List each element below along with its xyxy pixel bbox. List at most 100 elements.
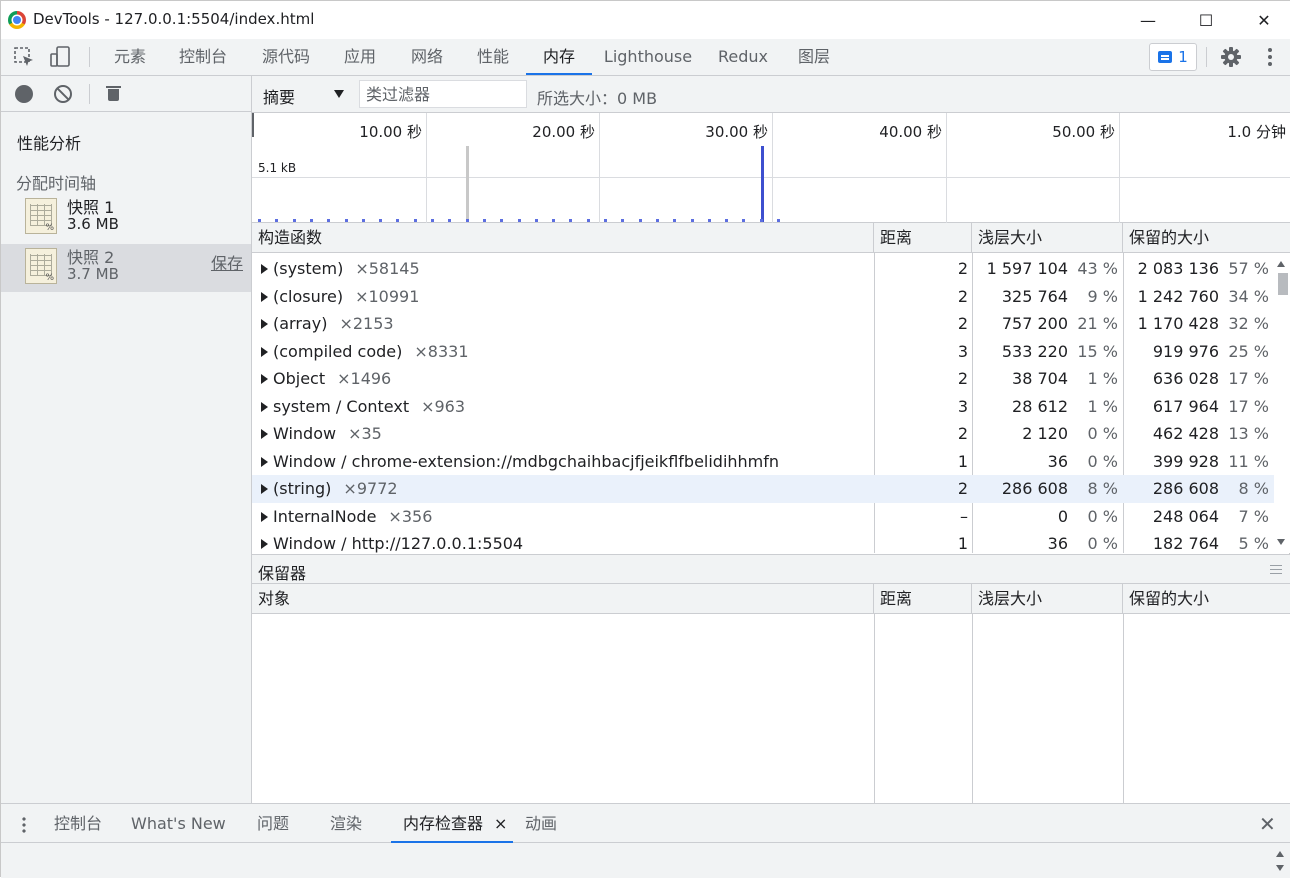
- header-shallow-size[interactable]: 浅层大小: [972, 584, 1123, 614]
- issues-button[interactable]: 1: [1149, 43, 1197, 71]
- table-row[interactable]: (compiled code) ×8331 3 533 220 15 % 919 976 2…: [252, 338, 1274, 366]
- scroll-down-icon[interactable]: [1277, 539, 1285, 545]
- table-row[interactable]: (string) ×9772 2 286 608 8 % 286 608 8 %: [252, 475, 1274, 503]
- close-window-button[interactable]: ✕: [1235, 1, 1290, 39]
- summary-scrollbar[interactable]: [1274, 253, 1290, 553]
- snapshot-size: 3.7 MB: [67, 265, 119, 283]
- table-row[interactable]: (system) ×58145 2 1 597 104 43 % 2 083 136 57 …: [252, 255, 1274, 283]
- tab-layers[interactable]: 图层: [788, 39, 840, 75]
- drawer-menu-icon[interactable]: [22, 816, 26, 834]
- view-select[interactable]: 摘要: [263, 84, 295, 108]
- retainers-table-header: 对象 距离 浅层大小 保留的大小: [252, 584, 1290, 614]
- tab-memory[interactable]: 内存: [526, 39, 592, 75]
- scrollbar-thumb[interactable]: [1278, 273, 1288, 295]
- expand-triangle-icon[interactable]: [261, 456, 268, 467]
- header-object[interactable]: 对象: [252, 584, 874, 614]
- allocation-dot: [708, 219, 711, 222]
- shallow-percent-cell: 0 %: [1087, 534, 1118, 553]
- drawer-tab-console[interactable]: 控制台: [54, 804, 102, 843]
- allocation-timeline-overview[interactable]: 5.1 kB 10.00 秒 20.00 秒 30.00 秒 40.00 秒 50.00…: [252, 113, 1290, 223]
- header-retained-size[interactable]: 保留的大小: [1123, 584, 1290, 614]
- tab-redux[interactable]: Redux: [712, 39, 774, 75]
- snapshot-item-selected[interactable]: 快照 2 3.7 MB 保存: [1, 244, 251, 292]
- allocation-dot: [396, 219, 399, 222]
- allocation-dot: [310, 219, 313, 222]
- expand-triangle-icon[interactable]: [261, 429, 268, 439]
- drawer-tab-whats-new[interactable]: What's New: [131, 804, 226, 843]
- more-options-icon[interactable]: [1259, 46, 1281, 68]
- table-row[interactable]: Object ×1496 2 38 704 1 % 636 028 17 %: [252, 365, 1274, 393]
- expand-triangle-icon[interactable]: [261, 264, 268, 274]
- drawer-tab-rendering[interactable]: 渲染: [330, 804, 362, 843]
- allocation-bar: [466, 146, 469, 222]
- chrome-logo-icon: [8, 11, 26, 29]
- drawer-tabstrip: 控制台 What's New 问题 渲染 内存检查器 × 动画 ✕: [1, 803, 1290, 843]
- retained-size-cell: 1 242 760: [1137, 286, 1219, 306]
- header-distance[interactable]: 距离: [874, 584, 972, 614]
- retained-size-cell: 248 064: [1152, 506, 1219, 526]
- tab-console[interactable]: 控制台: [170, 39, 236, 75]
- expand-triangle-icon[interactable]: [261, 374, 268, 384]
- table-row[interactable]: InternalNode ×356 – 0 0 % 248 064 7 %: [252, 503, 1274, 531]
- header-distance[interactable]: 距离: [874, 223, 972, 253]
- scroll-up-icon[interactable]: [1277, 261, 1285, 267]
- expand-triangle-icon[interactable]: [261, 511, 268, 522]
- constructor-cell: (array) ×2153: [273, 310, 873, 338]
- profiles-heading[interactable]: 性能分析: [17, 130, 81, 154]
- header-retained-size[interactable]: 保留的大小: [1123, 223, 1290, 253]
- retained-percent-cell: 11 %: [1228, 451, 1269, 471]
- overview-gridline: [946, 113, 947, 223]
- expand-triangle-icon[interactable]: [261, 291, 268, 302]
- header-constructor[interactable]: 构造函数: [252, 223, 874, 253]
- drawer-tab-issues[interactable]: 问题: [257, 804, 289, 843]
- allocation-dot: [518, 219, 521, 222]
- tab-elements[interactable]: 元素: [102, 39, 158, 75]
- expand-triangle-icon[interactable]: [261, 319, 268, 329]
- expand-triangle-icon[interactable]: [261, 484, 268, 494]
- table-row[interactable]: Window ×35 2 2 120 0 % 462 428 13 %: [252, 420, 1274, 448]
- drawer-tab-animations[interactable]: 动画: [525, 804, 557, 843]
- tab-application[interactable]: 应用: [334, 39, 386, 75]
- shallow-size-cell: 286 608: [1001, 479, 1068, 498]
- maximize-button[interactable]: ☐: [1177, 1, 1235, 39]
- save-snapshot-link[interactable]: 保存: [211, 250, 243, 274]
- table-row[interactable]: Window / http://127.0.0.1:5504 1 36 0 % 182 …: [252, 530, 1274, 553]
- inspect-element-icon[interactable]: [13, 46, 35, 68]
- close-drawer-icon[interactable]: ✕: [1259, 812, 1276, 836]
- retained-percent-cell: 13 %: [1228, 424, 1269, 443]
- expand-triangle-icon[interactable]: [261, 346, 268, 357]
- shallow-percent-cell: 0 %: [1087, 506, 1118, 526]
- tab-performance[interactable]: 性能: [466, 39, 520, 75]
- close-tab-icon[interactable]: ×: [494, 804, 507, 843]
- expand-triangle-icon[interactable]: [261, 539, 268, 549]
- record-icon[interactable]: [15, 85, 33, 103]
- clear-all-icon[interactable]: [54, 85, 72, 103]
- snapshot-item[interactable]: 快照 1 3.6 MB: [1, 194, 251, 242]
- table-row[interactable]: (closure) ×10991 2 325 764 9 % 1 242 760 34 %: [252, 283, 1274, 311]
- tab-sources[interactable]: 源代码: [251, 39, 321, 75]
- header-shallow-size[interactable]: 浅层大小: [972, 223, 1123, 253]
- retained-size-cell: 919 976: [1152, 341, 1219, 361]
- constructor-cell: Object ×1496: [273, 365, 873, 393]
- scroll-up-icon[interactable]: [1276, 851, 1284, 857]
- allocation-dot: [604, 219, 607, 222]
- device-toolbar-icon[interactable]: [50, 46, 72, 68]
- drag-handle-icon[interactable]: [1270, 565, 1282, 574]
- trash-icon[interactable]: [106, 86, 121, 101]
- minimize-button[interactable]: —: [1119, 1, 1177, 39]
- scroll-down-icon[interactable]: [1276, 865, 1284, 871]
- chevron-down-icon[interactable]: [334, 90, 344, 98]
- overview-time-label: 10.00 秒: [359, 123, 422, 141]
- overview-time-label: 30.00 秒: [705, 123, 768, 141]
- expand-triangle-icon[interactable]: [261, 401, 268, 412]
- retained-size-cell: 462 428: [1152, 424, 1219, 443]
- allocation-dot: [760, 219, 763, 222]
- table-row[interactable]: (array) ×2153 2 757 200 21 % 1 170 428 32 %: [252, 310, 1274, 338]
- class-filter-input[interactable]: [359, 80, 527, 108]
- gear-icon[interactable]: [1220, 46, 1242, 68]
- tab-network[interactable]: 网络: [400, 39, 454, 75]
- table-row[interactable]: system / Context ×963 3 28 612 1 % 617 964 17 …: [252, 393, 1274, 421]
- table-row[interactable]: Window / chrome-extension://mdbgchaihbac…: [252, 448, 1274, 476]
- sidebar-toolbar: [1, 76, 251, 112]
- tab-lighthouse[interactable]: Lighthouse: [602, 39, 694, 75]
